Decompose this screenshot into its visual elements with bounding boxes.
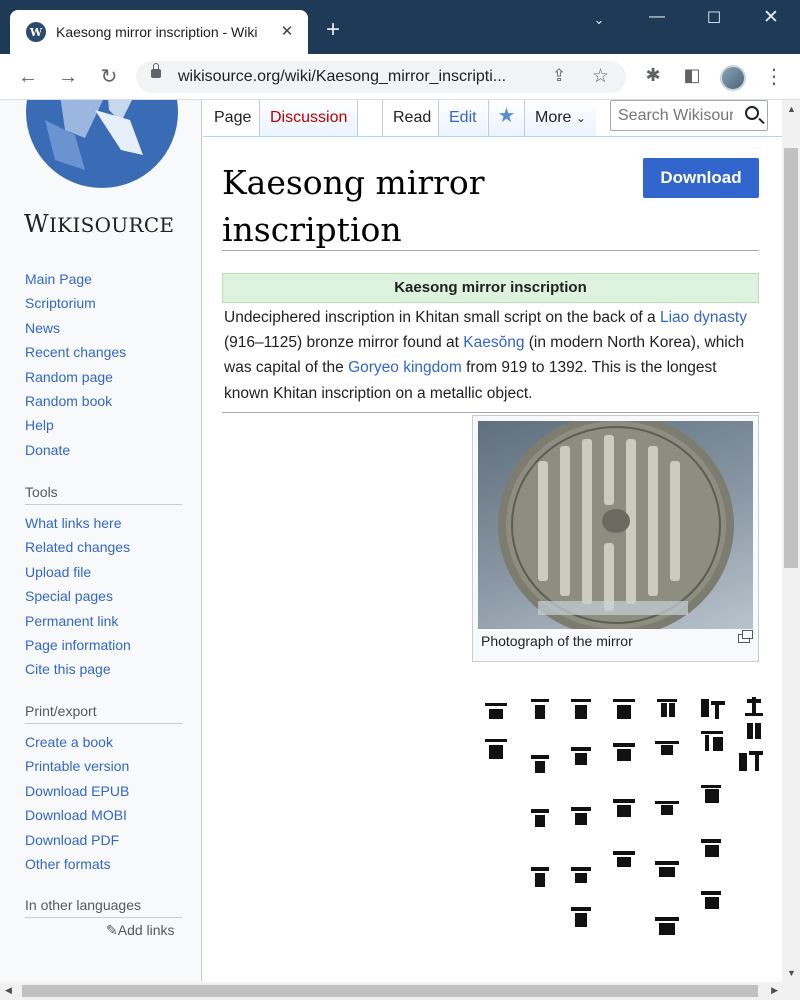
url-text[interactable]: wikisource.org/wiki/Kaesong_mirror_inscr… <box>178 68 506 86</box>
sidebar-item-other-formats[interactable]: Other formats <box>25 852 185 876</box>
browser-titlebar: W Kaesong mirror inscription - Wiki ✕ + … <box>0 0 800 54</box>
horizontal-scrollbar[interactable]: ◀ ▶ <box>0 982 800 1000</box>
sidebar-item-special-pages[interactable]: Special pages <box>25 584 185 608</box>
sidebar-item-related-changes[interactable]: Related changes <box>25 535 185 559</box>
maximize-icon[interactable]: ☐ <box>699 8 729 28</box>
lock-icon[interactable] <box>151 63 161 78</box>
star-icon[interactable]: ☆ <box>592 65 609 88</box>
link-liao-dynasty[interactable]: Liao dynasty <box>660 309 747 326</box>
mirror-figure: Photograph of the mirror <box>472 415 759 662</box>
sidebar-item-printable-version[interactable]: Printable version <box>25 754 185 778</box>
sidebar-nav: Main Page Scriptorium News Recent change… <box>25 267 185 462</box>
mirror-photo-drawing <box>498 421 734 629</box>
tab-page[interactable]: Page <box>204 100 262 136</box>
reload-icon[interactable]: ↻ <box>96 64 122 90</box>
glyph-column <box>739 697 763 771</box>
sidebar-item-scriptorium[interactable]: Scriptorium <box>25 291 185 315</box>
intro-text-2: (916–1125) bronze mirror found at <box>224 334 464 352</box>
download-button[interactable]: Download <box>643 158 759 198</box>
window-close-icon[interactable]: ✕ <box>756 6 786 29</box>
scroll-down-arrow-icon[interactable]: ▼ <box>787 968 796 978</box>
horizontal-scroll-thumb[interactable] <box>22 985 758 997</box>
add-links-button[interactable]: ✎Add links <box>106 922 175 939</box>
forward-icon[interactable]: → <box>55 64 81 90</box>
sidebar-item-cite-this-page[interactable]: Cite this page <box>25 657 185 681</box>
tools-heading: Tools <box>25 484 182 505</box>
tab-more[interactable]: More ⌄ <box>524 100 596 136</box>
print-export-heading: Print/export <box>25 703 182 724</box>
search-icon[interactable] <box>745 106 759 120</box>
browser-toolbar: ← → ↻ wikisource.org/wiki/Kaesong_mirror… <box>0 54 800 100</box>
pencil-icon: ✎ <box>106 922 118 938</box>
intro-text-1: Undeciphered inscription in Khitan small… <box>224 309 660 326</box>
more-label: More <box>535 109 572 126</box>
browser-tab[interactable]: W Kaesong mirror inscription - Wiki ✕ <box>10 10 308 54</box>
header-infobox: Kaesong mirror inscription Undeciphered … <box>222 273 759 413</box>
mirror-photo[interactable] <box>478 421 753 629</box>
sidebar-item-recent-changes[interactable]: Recent changes <box>25 340 185 364</box>
sidebar-item-donate[interactable]: Donate <box>25 438 185 462</box>
minimize-icon[interactable]: — <box>642 8 672 26</box>
figure-caption: Photograph of the mirror <box>481 633 633 649</box>
watch-star-icon[interactable]: ★ <box>488 100 524 136</box>
sidebar-tools: Tools What links here Related changes Up… <box>25 484 185 682</box>
sidebar-item-create-book[interactable]: Create a book <box>25 730 185 754</box>
menu-icon[interactable]: ⋮ <box>764 64 784 89</box>
wordmark-rest: IKISOURCE <box>48 213 175 237</box>
scroll-right-arrow-icon[interactable]: ▶ <box>771 985 778 996</box>
enlarge-icon[interactable] <box>738 630 753 643</box>
close-icon[interactable]: ✕ <box>276 21 298 43</box>
khitan-inscription-glyphs <box>485 697 763 935</box>
search-input[interactable] <box>611 101 733 130</box>
tab-title: Kaesong mirror inscription - Wiki <box>56 24 258 40</box>
link-goryeo-kingdom[interactable]: Goryeo kingdom <box>348 359 462 376</box>
sidebar-item-permanent-link[interactable]: Permanent link <box>25 609 185 633</box>
link-kaesong[interactable]: Kaesŏng <box>463 334 524 351</box>
sidebar-item-download-mobi[interactable]: Download MOBI <box>25 803 185 827</box>
sidebar-item-news[interactable]: News <box>25 316 185 340</box>
address-bar[interactable]: wikisource.org/wiki/Kaesong_mirror_inscr… <box>136 61 626 93</box>
title-divider <box>222 250 759 251</box>
scroll-left-arrow-icon[interactable]: ◀ <box>5 985 12 996</box>
search-box[interactable] <box>610 100 768 131</box>
add-links-label: Add links <box>117 922 175 938</box>
tab-discussion[interactable]: Discussion <box>259 100 359 136</box>
scroll-up-arrow-icon[interactable]: ▲ <box>787 104 796 114</box>
sidebar-print-export: Print/export Create a book Printable ver… <box>25 703 185 876</box>
sidebar-item-random-page[interactable]: Random page <box>25 365 185 389</box>
main-content: Kaesong mirror inscription Download Kaes… <box>203 136 782 982</box>
sidebar-item-help[interactable]: Help <box>25 413 185 437</box>
tab-search-chevron-icon[interactable]: ⌄ <box>584 12 614 28</box>
back-icon[interactable]: ← <box>15 64 41 90</box>
share-icon[interactable]: ⇪ <box>552 66 566 86</box>
vertical-scroll-thumb[interactable] <box>784 148 798 568</box>
page-viewport: WIKISOURCE Main Page Scriptorium News Re… <box>0 100 782 982</box>
wikisource-logo-icon[interactable] <box>25 100 179 188</box>
languages-heading: In other languages <box>25 897 182 918</box>
vertical-scrollbar[interactable]: ▲ ▼ <box>782 100 800 982</box>
chevron-down-icon: ⌄ <box>575 111 586 125</box>
wikisource-favicon-icon: W <box>26 22 46 42</box>
infobox-description: Undeciphered inscription in Khitan small… <box>222 303 759 413</box>
sidebar-item-page-information[interactable]: Page information <box>25 633 185 657</box>
extensions-icon[interactable]: ✱ <box>641 65 665 86</box>
sidebar-item-upload-file[interactable]: Upload file <box>25 560 185 584</box>
sidebar: WIKISOURCE Main Page Scriptorium News Re… <box>0 100 202 982</box>
page-title: Kaesong mirror inscription <box>222 163 485 249</box>
sidebar-item-main-page[interactable]: Main Page <box>25 267 185 291</box>
sidebar-item-download-epub[interactable]: Download EPUB <box>25 779 185 803</box>
sidebar-item-random-book[interactable]: Random book <box>25 389 185 413</box>
wikisource-wordmark[interactable]: WIKISOURCE <box>24 210 174 238</box>
profile-avatar[interactable] <box>720 65 746 91</box>
sidebar-item-download-pdf[interactable]: Download PDF <box>25 828 185 852</box>
tab-read[interactable]: Read <box>382 100 442 136</box>
infobox-heading: Kaesong mirror inscription <box>222 273 759 303</box>
page-tabs: Page Discussion Read Edit ★ More ⌄ <box>202 100 782 136</box>
sidebar-item-what-links-here[interactable]: What links here <box>25 511 185 535</box>
side-panel-icon[interactable]: ◧ <box>680 65 704 86</box>
sidebar-languages: In other languages <box>25 897 185 924</box>
tab-edit[interactable]: Edit <box>438 100 487 136</box>
new-tab-icon[interactable]: + <box>326 18 340 42</box>
